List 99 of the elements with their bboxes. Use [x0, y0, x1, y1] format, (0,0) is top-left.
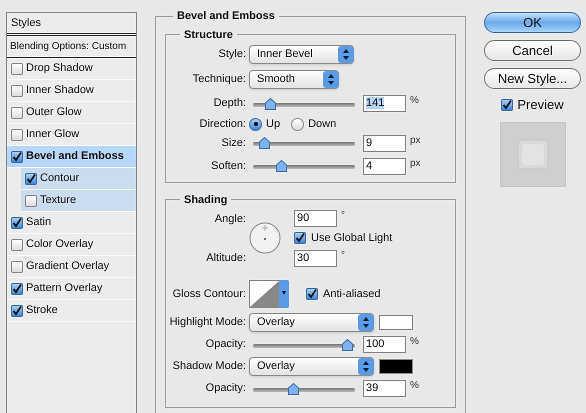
checkbox[interactable] — [25, 194, 37, 206]
unit-label: % — [410, 380, 419, 392]
color-swatch[interactable] — [379, 359, 413, 374]
checkmark-icon — [26, 174, 36, 184]
checkmark-icon — [502, 100, 512, 110]
style-item[interactable]: Texture — [21, 190, 136, 212]
checkbox[interactable] — [501, 98, 514, 111]
checkbox[interactable] — [11, 304, 23, 316]
angle-field[interactable]: 90 — [294, 210, 337, 227]
style-item[interactable]: Drop Shadow — [7, 58, 136, 80]
field-label: Angle: — [214, 212, 246, 227]
field-label: Gloss Contour: — [172, 286, 246, 302]
unit-label: ° — [341, 210, 345, 222]
field-label: Depth: — [212, 96, 246, 112]
checkbox[interactable] — [11, 128, 23, 140]
style-item[interactable]: Pattern Overlay — [7, 278, 136, 300]
checkmark-icon — [307, 289, 317, 299]
slider[interactable] — [253, 160, 355, 172]
shadow-mode-dropdown[interactable]: Overlay — [249, 357, 374, 376]
style-item[interactable]: Bevel and Emboss — [7, 146, 136, 168]
checkbox[interactable] — [11, 84, 23, 96]
field-label: Technique: — [192, 72, 246, 88]
style-item[interactable]: Satin — [7, 212, 136, 234]
blending-options-item[interactable]: Blending Options: Custom — [7, 36, 136, 58]
unit-label: % — [410, 336, 419, 348]
highlight-mode-dropdown[interactable]: Overlay — [249, 313, 374, 332]
checkbox[interactable] — [11, 238, 23, 250]
size-field[interactable]: 9 — [363, 134, 406, 152]
checkbox[interactable] — [25, 172, 37, 184]
dialog-button[interactable]: Cancel — [484, 40, 581, 61]
slider-thumb[interactable] — [288, 382, 300, 394]
angle-dial[interactable] — [249, 222, 281, 254]
group-title: Structure — [183, 28, 234, 42]
panel-header: Styles — [7, 13, 136, 36]
stepper-icon — [358, 358, 374, 375]
style-item[interactable]: Gradient Overlay — [7, 256, 136, 278]
checkmark-icon — [12, 306, 22, 316]
section-title: Bevel and Emboss — [176, 9, 276, 24]
field-label: Opacity: — [204, 337, 246, 352]
slider[interactable] — [253, 98, 355, 110]
checkmark-icon — [295, 233, 305, 244]
unit-label: px — [410, 134, 421, 146]
slider-thumb[interactable] — [276, 160, 287, 172]
unit-label: px — [410, 158, 421, 170]
field-label: Altitude: — [205, 250, 246, 266]
dialog-button[interactable]: New Style... — [484, 68, 581, 89]
checkbox-label: Preview — [517, 96, 564, 114]
radio-label: Down — [308, 117, 336, 132]
style-item[interactable]: Color Overlay — [7, 234, 136, 256]
checkmark-icon — [12, 152, 22, 162]
checkmark-icon — [12, 284, 22, 294]
checkbox[interactable] — [11, 260, 23, 272]
radio-button[interactable] — [249, 118, 262, 131]
slider[interactable] — [253, 137, 355, 149]
slider[interactable] — [253, 338, 355, 350]
field-label: Direction: — [198, 117, 246, 132]
checkbox[interactable] — [11, 62, 23, 74]
field-label: Shadow Mode: — [172, 359, 246, 374]
checkbox[interactable] — [11, 150, 23, 162]
checkbox-label: Use Global Light — [311, 231, 392, 246]
field-label: Size: — [220, 136, 246, 151]
checkbox[interactable] — [11, 216, 23, 228]
unit-label: % — [410, 95, 419, 107]
style-item[interactable]: Inner Shadow — [7, 80, 136, 102]
preview-thumbnail — [500, 122, 566, 186]
checkbox-label: Anti-aliased — [323, 286, 380, 302]
radio-button[interactable] — [291, 118, 304, 131]
stepper-icon — [338, 46, 354, 63]
depth-field[interactable]: 141 — [363, 95, 406, 112]
stepper-icon — [323, 71, 339, 88]
field-label: Style: — [217, 47, 246, 62]
checkbox[interactable] — [294, 232, 306, 244]
contour-picker[interactable] — [249, 280, 289, 308]
field-label: Opacity: — [204, 381, 246, 396]
technique-dropdown[interactable]: Smooth — [249, 70, 339, 89]
stepper-icon — [358, 314, 374, 331]
radio-label: Up — [266, 117, 280, 132]
slider[interactable] — [253, 382, 355, 394]
opacity-field[interactable]: 100 — [363, 336, 406, 353]
style-item[interactable]: Stroke — [7, 300, 136, 322]
slider-thumb[interactable] — [259, 137, 270, 149]
opacity-field[interactable]: 39 — [363, 380, 406, 397]
style-dropdown[interactable]: Inner Bevel — [249, 45, 354, 64]
group-title: Shading — [183, 192, 228, 208]
slider-thumb[interactable] — [264, 98, 276, 110]
color-swatch[interactable] — [379, 315, 413, 330]
field-label: Highlight Mode: — [168, 315, 246, 330]
checkbox[interactable] — [11, 282, 23, 294]
checkmark-icon — [12, 218, 22, 228]
field-label: Soften: — [210, 158, 246, 174]
altitude-field[interactable]: 30 — [294, 250, 337, 266]
checkbox[interactable] — [11, 106, 23, 118]
ok-button[interactable]: OK — [484, 12, 581, 33]
style-item[interactable]: Outer Glow — [7, 102, 136, 124]
soften-field[interactable]: 4 — [363, 158, 406, 174]
style-item[interactable]: Contour — [21, 168, 136, 190]
checkbox[interactable] — [306, 288, 318, 300]
unit-label: ° — [341, 250, 345, 262]
slider-thumb[interactable] — [342, 338, 354, 350]
